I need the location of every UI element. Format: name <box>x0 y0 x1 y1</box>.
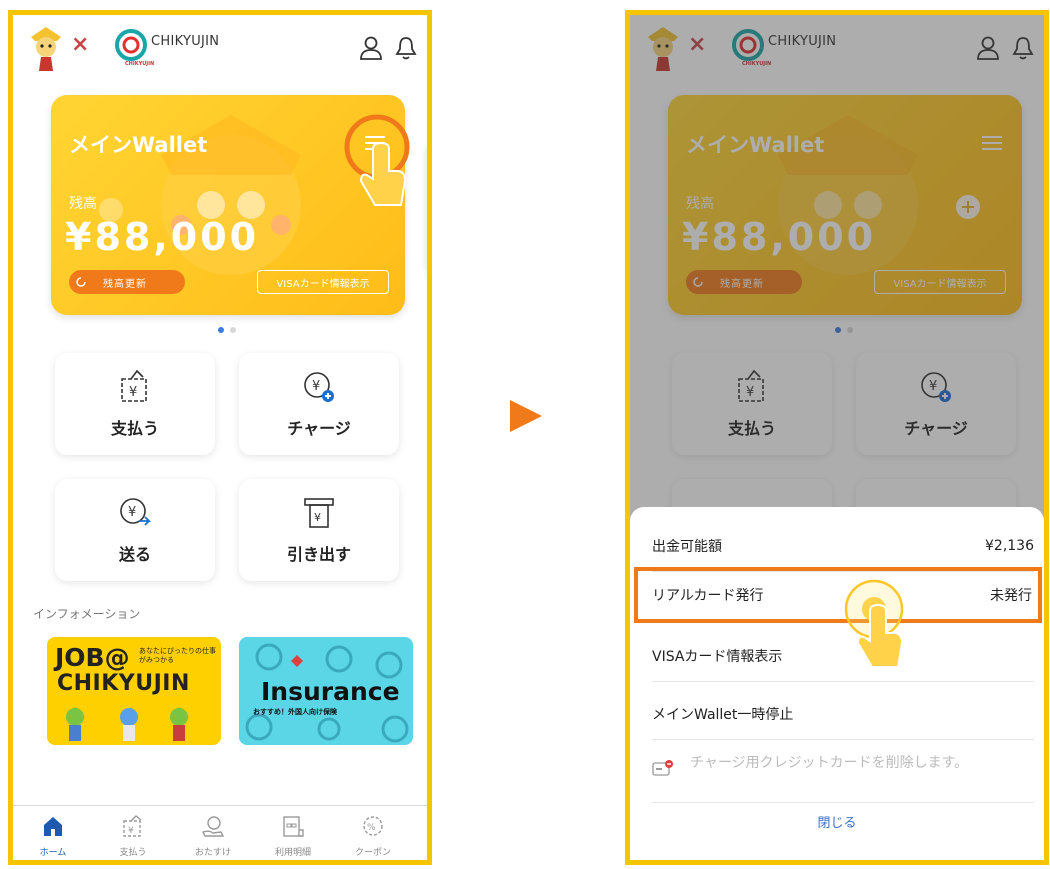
phone-screen-home: × CHIKYUJIN CHIKYUJIN メインWallet 残高 ¥88,0… <box>8 10 432 865</box>
svg-text:¥: ¥ <box>129 385 137 400</box>
tab-statement-label: 利用明細 <box>274 848 311 858</box>
information-heading: インフォメーション <box>33 607 141 621</box>
tap-indicator-icon <box>344 114 410 206</box>
close-button[interactable]: 閉じる <box>630 812 1044 831</box>
balance-amount: ¥88,000 <box>65 215 260 259</box>
wallet-title: メインWallet <box>69 133 208 157</box>
visa-card-info-label: VISAカード情報表示 <box>276 278 370 290</box>
pay-button[interactable]: ¥ 支払う <box>55 353 215 455</box>
pause-wallet-item[interactable]: メインWallet一時停止 <box>652 689 1034 740</box>
help-hand-icon <box>202 816 225 837</box>
brand-subtext: CHIKYUJIN <box>125 61 155 67</box>
next-card-peek[interactable] <box>425 143 427 273</box>
pay-icon: ¥ <box>121 369 147 402</box>
tab-coupon-label: クーポン <box>354 848 391 858</box>
send-button[interactable]: ¥ 送る <box>55 479 215 581</box>
real-card-issue-label: リアルカード発行 <box>652 588 764 604</box>
svg-text:¥: ¥ <box>314 511 321 524</box>
tab-home[interactable]: ホーム <box>17 814 89 858</box>
tab-pay[interactable]: ¥ 支払う <box>97 814 169 858</box>
refresh-icon <box>76 277 86 287</box>
tab-statement[interactable]: 利用明細 <box>257 814 329 858</box>
job-banner-title: JOB@ <box>55 643 130 672</box>
send-icon: ¥ <box>120 498 152 526</box>
insurance-banner[interactable]: Insurance おすすめ！外国人向け保険 <box>239 637 413 745</box>
tab-help-label: おたすけ <box>194 848 231 858</box>
phone-screen-menu-open: × CHIKYUJIN CHIKYUJIN メインWallet 残高 ¥88,0… <box>625 10 1049 865</box>
charge-icon: ¥ <box>304 372 334 402</box>
refresh-balance-label: 残高更新 <box>103 278 147 290</box>
balance-label: 残高 <box>69 196 97 212</box>
job-banner-subtitle: CHIKYUJIN <box>57 671 190 696</box>
pay-tab-icon: ¥ <box>123 815 142 837</box>
tab-pay-label: 支払う <box>119 848 147 858</box>
job-chikyujin-banner[interactable]: JOB@ あなたにぴったりの仕事がみつかる CHIKYUJIN <box>47 637 221 745</box>
pay-label: 支払う <box>110 419 159 438</box>
svg-text:¥: ¥ <box>312 379 320 394</box>
credit-card-delete-icon <box>652 760 673 776</box>
next-step-arrow-icon <box>510 400 542 432</box>
chikyujin-logo-icon <box>115 29 147 61</box>
mascot-group-icon <box>66 708 188 741</box>
svg-text:%: % <box>367 823 376 833</box>
statement-icon <box>283 816 304 837</box>
coupon-icon: % <box>363 816 383 836</box>
brand-name: CHIKYUJIN <box>151 34 220 49</box>
withdrawable-amount-label: 出金可能額 <box>652 539 722 555</box>
bottom-tab-bar: ホーム ¥ 支払う おたすけ 利用明細 % クーポン <box>13 805 427 860</box>
app-header: × CHIKYUJIN CHIKYUJIN <box>13 15 427 77</box>
send-label: 送る <box>118 545 151 564</box>
real-card-status: 未発行 <box>990 588 1032 604</box>
tab-home-label: ホーム <box>39 848 67 858</box>
insurance-banner-title: Insurance <box>261 677 400 706</box>
collab-x-icon: × <box>71 32 90 57</box>
withdrawable-amount-row: 出金可能額 ¥2,136 <box>652 521 1034 572</box>
pager-dot-active[interactable] <box>218 327 224 333</box>
job-banner-tagline: あなたにぴったりの仕事がみつかる <box>139 647 216 664</box>
delete-credit-card-label: チャージ用クレジットカードを削除します。 <box>690 755 969 771</box>
withdraw-button[interactable]: ¥ 引き出す <box>239 479 399 581</box>
pause-wallet-label: メインWallet一時停止 <box>652 707 794 723</box>
bell-icon[interactable] <box>395 35 417 61</box>
wallet-menu-sheet: 出金可能額 ¥2,136 リアルカード発行 未発行 VISAカード情報表示 メイ… <box>630 507 1044 860</box>
withdrawable-amount-value: ¥2,136 <box>985 538 1034 554</box>
tab-help[interactable]: おたすけ <box>177 814 249 858</box>
mascot-icon <box>31 27 61 71</box>
visa-card-info-button[interactable]: VISAカード情報表示 <box>257 270 389 294</box>
home-icon <box>44 817 62 836</box>
charge-label: チャージ <box>287 419 351 438</box>
insurance-banner-tagline: おすすめ！外国人向け保険 <box>253 708 337 716</box>
charge-button[interactable]: ¥ チャージ <box>239 353 399 455</box>
svg-text:¥: ¥ <box>128 505 136 520</box>
user-icon[interactable] <box>359 35 383 61</box>
withdraw-icon: ¥ <box>304 498 334 528</box>
svg-text:¥: ¥ <box>128 826 134 836</box>
delete-credit-card-item: チャージ用クレジットカードを削除します。 <box>652 745 1034 803</box>
visa-card-info-item-label: VISAカード情報表示 <box>652 649 783 665</box>
tap-indicator-icon <box>844 579 904 668</box>
card-pager[interactable] <box>218 327 236 333</box>
tab-coupon[interactable]: % クーポン <box>337 814 409 858</box>
refresh-balance-button[interactable]: 残高更新 <box>69 270 185 294</box>
withdraw-label: 引き出す <box>286 545 351 564</box>
pager-dot[interactable] <box>230 327 236 333</box>
